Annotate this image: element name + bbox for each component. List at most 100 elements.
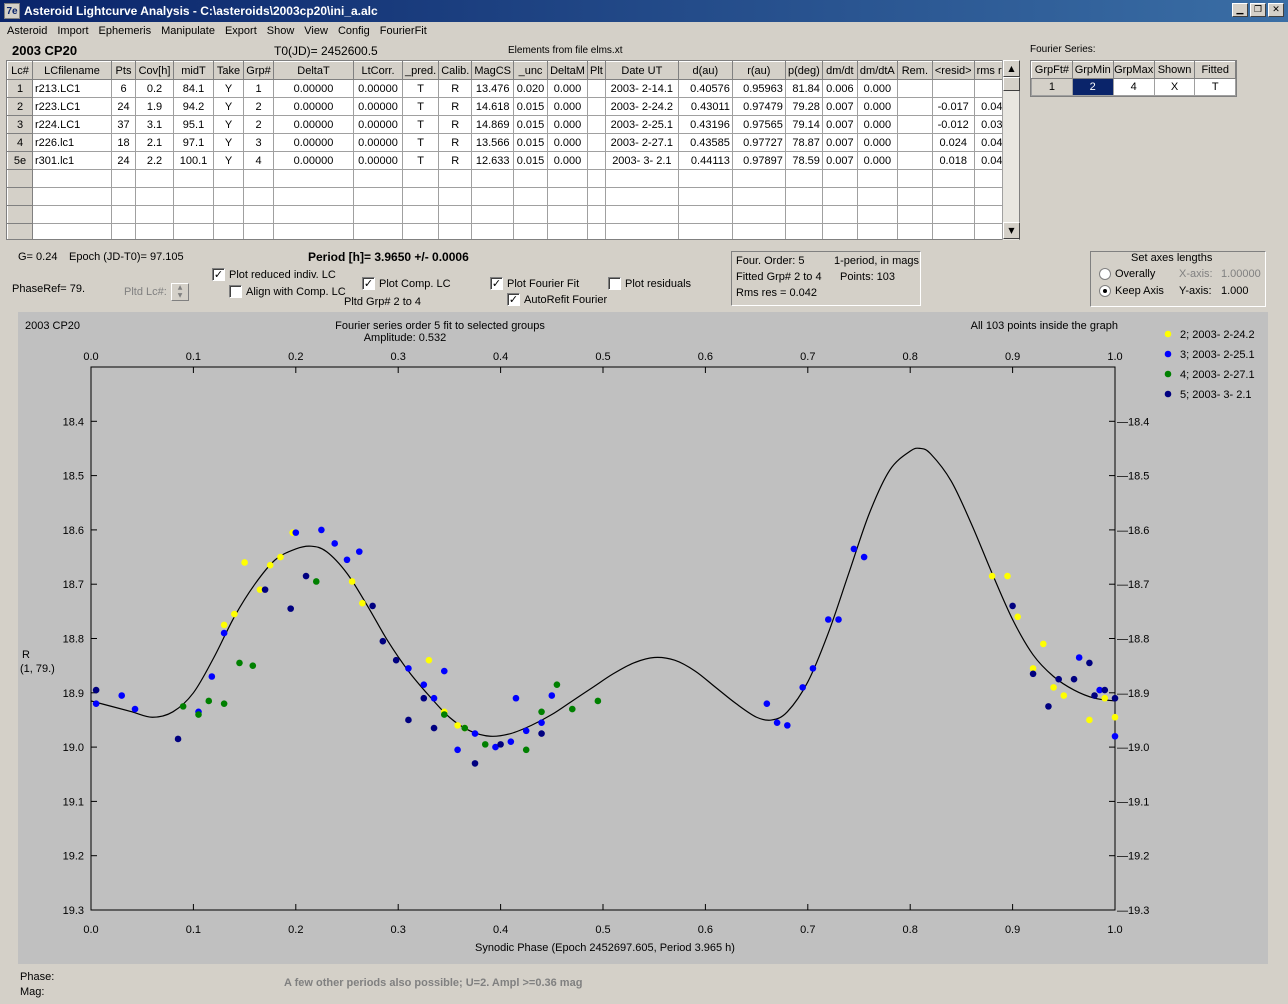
table-cell[interactable]: 18 bbox=[111, 133, 136, 152]
table-cell[interactable]: Y bbox=[213, 151, 244, 170]
menu-show[interactable]: Show bbox=[262, 22, 300, 42]
empty-cell[interactable] bbox=[438, 187, 473, 206]
table-cell[interactable]: 78.87 bbox=[784, 133, 823, 152]
fourier-cell-fitted[interactable]: T bbox=[1194, 78, 1236, 96]
table-cell[interactable]: 81.84 bbox=[784, 79, 823, 98]
table-cell[interactable]: 0.97727 bbox=[731, 133, 786, 152]
empty-cell[interactable] bbox=[677, 205, 733, 224]
table-cell[interactable]: 2.2 bbox=[135, 151, 174, 170]
table-cell[interactable]: 1 bbox=[243, 79, 274, 98]
table-cell[interactable]: T bbox=[401, 133, 440, 152]
table-cell[interactable]: 14.618 bbox=[471, 97, 515, 116]
row-header[interactable]: 4 bbox=[7, 133, 33, 152]
table-cell[interactable]: 1.9 bbox=[135, 97, 174, 116]
column-header[interactable]: _unc bbox=[513, 61, 549, 80]
empty-cell[interactable] bbox=[173, 205, 214, 224]
empty-cell[interactable] bbox=[438, 169, 473, 188]
empty-cell[interactable] bbox=[273, 205, 354, 224]
table-cell[interactable]: 2.1 bbox=[135, 133, 174, 152]
table-cell[interactable]: -0.017 bbox=[931, 97, 975, 116]
empty-cell[interactable] bbox=[111, 223, 136, 239]
empty-cell[interactable] bbox=[273, 187, 354, 206]
empty-cell[interactable] bbox=[784, 223, 823, 239]
menu-manipulate[interactable]: Manipulate bbox=[156, 22, 220, 42]
table-cell[interactable]: 0.000 bbox=[547, 97, 589, 116]
table-cell[interactable]: 0.024 bbox=[931, 133, 975, 152]
empty-cell[interactable] bbox=[677, 223, 733, 239]
table-cell[interactable]: Y bbox=[213, 115, 244, 134]
plot-comp-checkbox[interactable]: ✓ Plot Comp. LC bbox=[362, 277, 451, 290]
empty-cell[interactable] bbox=[513, 187, 549, 206]
table-cell[interactable]: 0.00000 bbox=[353, 79, 403, 98]
empty-cell[interactable] bbox=[677, 187, 733, 206]
table-cell[interactable]: 24 bbox=[111, 151, 136, 170]
table-cell[interactable]: R bbox=[438, 151, 473, 170]
table-cell[interactable]: 0.007 bbox=[821, 151, 858, 170]
empty-cell[interactable] bbox=[731, 169, 786, 188]
table-cell[interactable]: 0.018 bbox=[931, 151, 975, 170]
column-header[interactable]: p(deg) bbox=[784, 61, 823, 80]
table-cell[interactable]: 0.00000 bbox=[353, 97, 403, 116]
table-cell[interactable]: Y bbox=[213, 97, 244, 116]
menu-config[interactable]: Config bbox=[333, 22, 375, 42]
restore-button[interactable]: ❐ bbox=[1250, 3, 1266, 17]
table-cell[interactable]: 3.1 bbox=[135, 115, 174, 134]
table-row[interactable]: 2 r223.LC1 24 1.9 94.2 Y 2 0.00000 0.00000 T R 14.6… bbox=[7, 97, 1017, 116]
empty-cell[interactable] bbox=[896, 223, 933, 239]
xaxis-value[interactable]: 1.00000 bbox=[1221, 268, 1261, 280]
column-header[interactable]: DeltaM bbox=[547, 61, 589, 80]
column-header[interactable]: DeltaT bbox=[273, 61, 354, 80]
empty-cell[interactable] bbox=[353, 205, 403, 224]
empty-cell[interactable] bbox=[784, 187, 823, 206]
column-header[interactable]: Rem. bbox=[896, 61, 933, 80]
table-cell[interactable]: -0.012 bbox=[931, 115, 975, 134]
empty-cell[interactable] bbox=[731, 187, 786, 206]
table-cell[interactable]: 0.97479 bbox=[731, 97, 786, 116]
table-cell[interactable]: 6 bbox=[111, 79, 136, 98]
empty-cell[interactable] bbox=[135, 187, 174, 206]
table-cell[interactable]: 0.00000 bbox=[273, 133, 354, 152]
empty-cell[interactable] bbox=[135, 205, 174, 224]
column-header[interactable]: Calib. bbox=[438, 61, 473, 80]
empty-cell[interactable] bbox=[438, 205, 473, 224]
grid-scrollbar[interactable]: ▲ ▼ bbox=[1002, 60, 1020, 240]
empty-cell[interactable] bbox=[32, 187, 112, 206]
empty-cell[interactable] bbox=[471, 223, 515, 239]
empty-cell[interactable] bbox=[111, 169, 136, 188]
menu-import[interactable]: Import bbox=[52, 22, 93, 42]
empty-cell[interactable] bbox=[213, 169, 244, 188]
table-cell[interactable]: r226.lc1 bbox=[32, 133, 112, 152]
fourier-cell-shown[interactable]: X bbox=[1153, 78, 1196, 96]
table-cell[interactable]: 2003- 2-25.1 bbox=[604, 115, 679, 134]
empty-cell[interactable] bbox=[731, 223, 786, 239]
empty-cell[interactable] bbox=[587, 205, 606, 224]
table-cell[interactable] bbox=[896, 133, 933, 152]
empty-cell[interactable] bbox=[604, 169, 679, 188]
empty-cell[interactable] bbox=[353, 223, 403, 239]
table-cell[interactable]: 0.2 bbox=[135, 79, 174, 98]
empty-row[interactable] bbox=[7, 169, 1017, 188]
table-cell[interactable]: 0.015 bbox=[513, 133, 549, 152]
table-cell[interactable]: 0.000 bbox=[547, 151, 589, 170]
empty-cell[interactable] bbox=[135, 169, 174, 188]
empty-cell[interactable] bbox=[856, 223, 898, 239]
table-cell[interactable]: 12.633 bbox=[471, 151, 515, 170]
menu-ephemeris[interactable]: Ephemeris bbox=[94, 22, 157, 42]
empty-cell[interactable] bbox=[243, 223, 274, 239]
table-cell[interactable]: 0.000 bbox=[547, 115, 589, 134]
table-row[interactable]: 1 r213.LC1 6 0.2 84.1 Y 1 0.00000 0.00000 T R 13.47… bbox=[7, 79, 1017, 98]
fourier-cell-grpmin[interactable]: 2 bbox=[1071, 78, 1114, 96]
empty-cell[interactable] bbox=[587, 187, 606, 206]
empty-cell[interactable] bbox=[401, 223, 440, 239]
table-cell[interactable]: 0.000 bbox=[856, 115, 898, 134]
table-cell[interactable]: 0.00000 bbox=[273, 97, 354, 116]
table-cell[interactable]: R bbox=[438, 97, 473, 116]
empty-cell[interactable] bbox=[438, 223, 473, 239]
empty-cell[interactable] bbox=[7, 223, 33, 239]
empty-cell[interactable] bbox=[821, 205, 858, 224]
scroll-down-arrow-icon[interactable]: ▼ bbox=[1003, 222, 1020, 239]
table-cell[interactable]: 0.015 bbox=[513, 97, 549, 116]
empty-cell[interactable] bbox=[604, 205, 679, 224]
table-cell[interactable]: 97.1 bbox=[173, 133, 214, 152]
column-header[interactable]: r(au) bbox=[731, 61, 786, 80]
